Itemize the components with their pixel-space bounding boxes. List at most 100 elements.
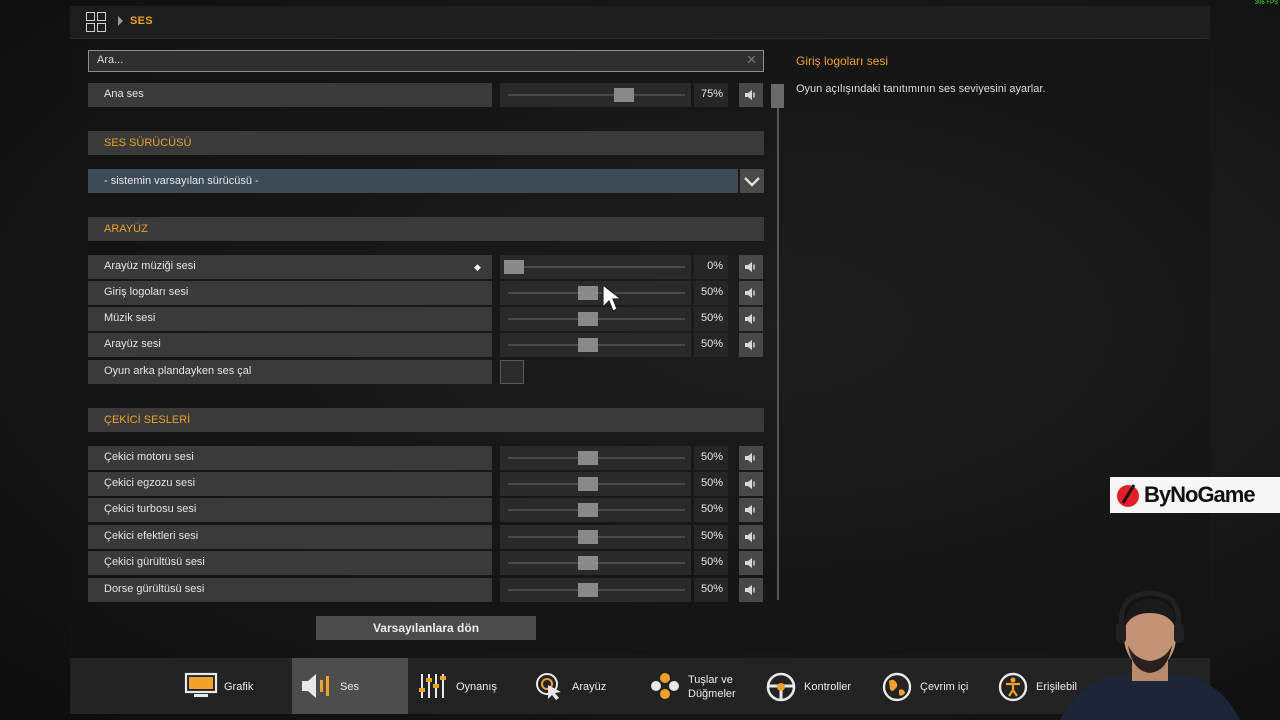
driver-select[interactable]: - sistemin varsayılan sürücüsü - <box>88 169 738 193</box>
tab-grafik[interactable]: Grafik <box>176 658 288 714</box>
description-title: Giriş logoları sesi <box>796 54 889 68</box>
changed-indicator-icon: ◆ <box>474 262 481 272</box>
description-body: Oyun açılışındaki tanıtımının ses seviye… <box>796 83 1046 95</box>
mute-button[interactable] <box>739 446 763 470</box>
slider-knob[interactable] <box>577 338 598 352</box>
mute-button[interactable] <box>739 255 763 279</box>
setting-label: Çekici egzozu sesi <box>88 472 492 496</box>
speaker-icon <box>302 674 329 698</box>
slider-knob[interactable] <box>577 503 598 517</box>
volume-value: 50% <box>694 307 728 331</box>
volume-value: 50% <box>694 498 728 522</box>
setting-label: Çekici efektleri sesi <box>88 525 492 549</box>
volume-slider[interactable] <box>500 333 691 357</box>
mute-button[interactable] <box>739 498 763 522</box>
slider-knob[interactable] <box>577 583 598 597</box>
slider-knob[interactable] <box>577 312 598 326</box>
volume-slider[interactable] <box>500 307 691 331</box>
scrollbar-track[interactable] <box>777 84 779 600</box>
setting-label: Arayüz sesi <box>88 333 492 357</box>
speaker-icon <box>745 90 755 100</box>
volume-value: 50% <box>694 333 728 357</box>
slider-knob[interactable] <box>577 451 598 465</box>
volume-slider[interactable] <box>500 281 691 305</box>
clear-search-icon[interactable]: ✕ <box>746 52 757 68</box>
volume-value: 50% <box>694 578 728 602</box>
globe-icon <box>882 672 912 702</box>
search-placeholder: Ara... <box>97 54 124 66</box>
tab-ses[interactable]: Ses <box>292 658 408 714</box>
tab-cevrim-ici[interactable]: Çevrim içi <box>878 658 990 714</box>
volume-value: 50% <box>694 281 728 305</box>
setting-label: Giriş logoları sesi <box>88 281 492 305</box>
volume-slider[interactable] <box>500 472 691 496</box>
speaker-icon <box>745 340 755 350</box>
speaker-icon <box>745 558 755 568</box>
volume-slider[interactable] <box>500 446 691 470</box>
tab-oynanis[interactable]: Oynanış <box>412 658 528 714</box>
tab-kontroller[interactable]: Kontroller <box>762 658 874 714</box>
steering-wheel-icon <box>766 672 796 702</box>
setting-label: Çekici gürültüsü sesi <box>88 551 492 575</box>
chevron-down-icon <box>744 177 760 187</box>
mute-button[interactable] <box>739 281 763 305</box>
tab-tuslar-ve-dugmeler[interactable]: Tuşlar ve Düğmeler <box>646 658 758 714</box>
slider-knob[interactable] <box>504 260 524 274</box>
speaker-icon <box>745 314 755 324</box>
mute-button[interactable] <box>739 551 763 575</box>
setting-label: Oyun arka plandayken ses çal <box>88 360 492 384</box>
webcam-overlay <box>1060 590 1240 720</box>
volume-slider[interactable] <box>500 525 691 549</box>
section-header-driver: SES SÜRÜCÜSÜ <box>88 131 764 155</box>
master-volume-value: 75% <box>694 83 728 107</box>
monitor-icon <box>184 672 218 697</box>
search-input[interactable]: Ara... ✕ <box>88 50 764 72</box>
buttons-icon <box>651 673 679 699</box>
bynogame-logo: ByNoGame <box>1110 477 1280 513</box>
reset-defaults-button[interactable]: Varsayılanlara dön <box>316 616 536 640</box>
volume-slider[interactable] <box>500 255 691 279</box>
setting-label: Arayüz müziği sesi <box>88 255 492 279</box>
setting-label: Müzik sesi <box>88 307 492 331</box>
logo-mark-icon <box>1117 484 1139 507</box>
volume-slider[interactable] <box>500 498 691 522</box>
setting-label: Çekici motoru sesi <box>88 446 492 470</box>
mute-button[interactable] <box>739 525 763 549</box>
volume-value: 50% <box>694 472 728 496</box>
master-volume-slider[interactable] <box>500 83 691 107</box>
volume-value: 50% <box>694 551 728 575</box>
driver-dropdown-button[interactable] <box>740 169 764 193</box>
speaker-icon <box>745 453 755 463</box>
menu-grid-icon[interactable] <box>86 12 106 32</box>
speaker-icon <box>745 288 755 298</box>
volume-value: 50% <box>694 525 728 549</box>
speaker-icon <box>745 585 755 595</box>
speaker-icon <box>745 479 755 489</box>
fps-counter: 306 FPS <box>1254 0 1278 6</box>
slider-knob[interactable] <box>577 530 598 544</box>
cursor-icon <box>536 673 561 700</box>
tab-arayuz[interactable]: Arayüz <box>530 658 642 714</box>
background-sound-checkbox[interactable] <box>500 360 524 384</box>
breadcrumb-arrow-icon <box>118 16 123 26</box>
mute-button[interactable] <box>739 333 763 357</box>
slider-knob[interactable] <box>577 556 598 570</box>
master-volume-label: Ana ses <box>88 83 492 107</box>
slider-knob[interactable] <box>577 477 598 491</box>
breadcrumb-current: SES <box>130 15 153 27</box>
mouse-cursor-icon <box>602 283 623 312</box>
volume-slider[interactable] <box>500 551 691 575</box>
master-mute-button[interactable] <box>739 83 763 107</box>
scrollbar-thumb[interactable] <box>771 84 784 108</box>
mute-button[interactable] <box>739 578 763 602</box>
section-header-ui: ARAYÜZ <box>88 217 764 241</box>
volume-value: 0% <box>694 255 728 279</box>
mute-button[interactable] <box>739 307 763 331</box>
slider-knob[interactable] <box>614 88 635 102</box>
slider-knob[interactable] <box>577 286 598 300</box>
volume-slider[interactable] <box>500 578 691 602</box>
logo-text: ByNoGame <box>1144 482 1256 507</box>
volume-value: 50% <box>694 446 728 470</box>
speaker-icon <box>745 262 755 272</box>
mute-button[interactable] <box>739 472 763 496</box>
